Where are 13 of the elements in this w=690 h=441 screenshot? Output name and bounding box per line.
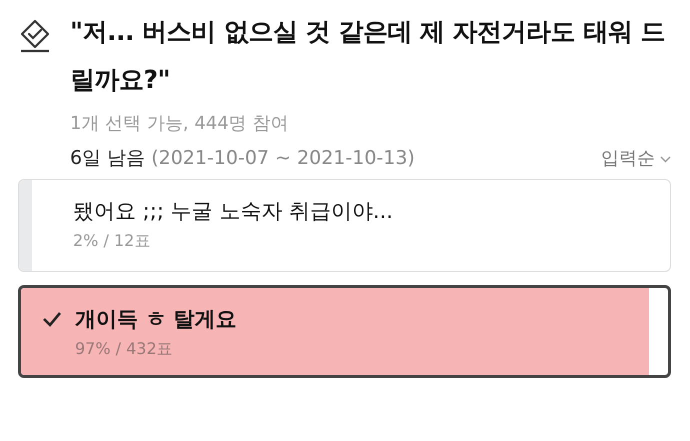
sort-dropdown[interactable]: 입력순 [601, 146, 671, 170]
option-label: 됐어요 ;;; 누굴 노숙자 취급이야... [73, 198, 393, 225]
poll-period: (2021-10-07 ~ 2021-10-13) [151, 147, 415, 169]
chevron-down-icon [660, 156, 671, 163]
remaining-days: 6일 남음 [70, 147, 146, 169]
poll-option[interactable]: 개이득 ㅎ 탈게요 97% / 432표 [18, 285, 671, 378]
poll-info: 1개 선택 가능, 444명 참여 [70, 112, 290, 136]
poll-icon [18, 19, 52, 53]
vote-result: 97% / 432표 [75, 338, 174, 360]
option-label: 개이득 ㅎ 탈게요 [75, 306, 237, 333]
poll-title: "저... 버스비 없으실 것 같은데 제 자전거라도 태워 드릴까요?" [70, 16, 666, 96]
poll-option[interactable]: 됐어요 ;;; 누굴 노숙자 취급이야... 2% / 12표 [18, 179, 671, 272]
vote-result: 2% / 12표 [73, 230, 152, 252]
